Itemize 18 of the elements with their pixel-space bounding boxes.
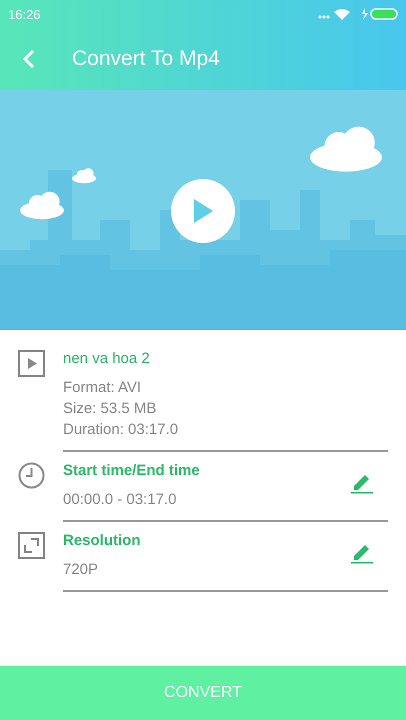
resize-icon — [18, 532, 45, 559]
back-icon — [22, 49, 36, 69]
item-detail: Size: 53.5 MB — [63, 400, 158, 417]
clock-icon — [18, 462, 45, 489]
item-detail: 720P — [63, 561, 100, 578]
back-button[interactable] — [22, 49, 36, 69]
item-detail: Duration: 03:17.0 — [63, 421, 180, 438]
convert-button[interactable]: CONVERT — [0, 666, 406, 720]
item-title: Start time/End time — [63, 462, 201, 479]
item-detail: Format: AVI — [63, 379, 142, 396]
play-icon — [18, 350, 45, 377]
item-title: nen va hoa 2 — [63, 350, 151, 367]
item-title: Resolution — [63, 532, 142, 549]
battery-icon — [362, 8, 398, 20]
page-title: Convert To Mp4 — [72, 47, 220, 71]
play-icon — [191, 198, 215, 224]
status-time: 16:26 — [8, 6, 41, 22]
item-detail: 00:00.0 - 03:17.0 — [63, 491, 178, 508]
